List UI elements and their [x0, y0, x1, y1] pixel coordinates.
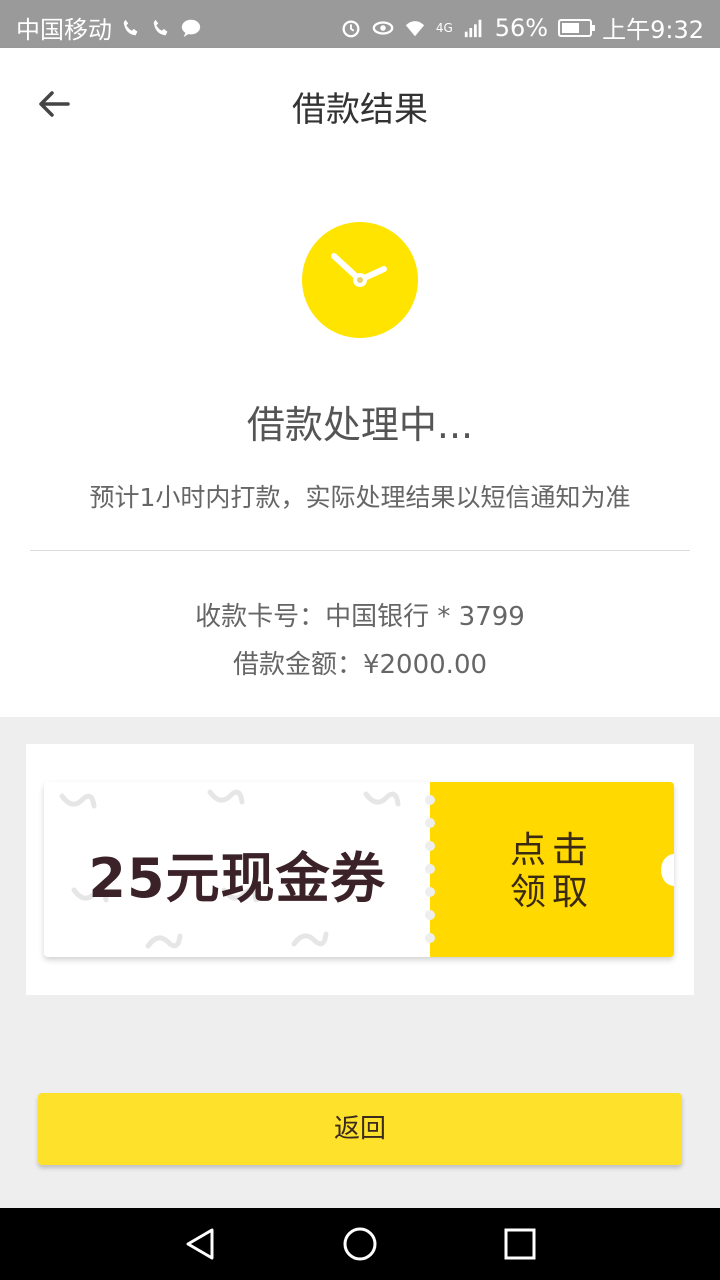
eye-icon — [372, 20, 394, 35]
nav-home-icon[interactable] — [342, 1226, 378, 1262]
app-bar: 借款结果 — [0, 48, 720, 160]
decor-squiggle — [291, 931, 329, 947]
status-description: 预计1小时内打款，实际处理结果以短信通知为准 — [89, 483, 631, 512]
claim-label-line2: 领取 — [509, 872, 594, 913]
claim-coupon-button[interactable]: 点击 领取 — [430, 830, 674, 914]
wifi-call-icon — [153, 19, 168, 35]
battery-icon — [558, 18, 596, 37]
nav-recents-icon[interactable] — [502, 1226, 538, 1262]
carrier-label: 中国移动 — [16, 16, 112, 44]
clock-time: 上午9:32 — [602, 16, 704, 44]
nav-back-icon[interactable] — [182, 1226, 218, 1262]
battery-percent: 56% — [494, 13, 549, 42]
decor-squiggle — [207, 789, 245, 805]
cash-coupon[interactable]: 25元现金券 点击 领取 — [44, 782, 674, 957]
claim-label-line1: 点击 — [509, 830, 594, 871]
coupon-amount: 25元现金券 — [88, 847, 386, 910]
message-icon — [181, 19, 201, 37]
coupon-panel: 25元现金券 点击 领取 — [26, 744, 694, 995]
decor-squiggle — [363, 791, 401, 807]
wifi-call-icon — [123, 19, 138, 35]
card-number-line: 收款卡号：中国银行 * 3799 — [195, 602, 525, 632]
decor-squiggle — [145, 933, 183, 949]
return-button[interactable]: 返回 — [38, 1093, 682, 1165]
status-title: 借款处理中... — [246, 403, 474, 447]
loan-amount-line: 借款金额：¥2000.00 — [232, 650, 488, 680]
signal-icon — [464, 19, 482, 37]
decor-squiggle — [59, 793, 97, 809]
system-nav-bar — [0, 1208, 720, 1280]
wifi-icon — [405, 20, 424, 36]
alarm-icon — [342, 19, 360, 37]
clock-icon — [302, 222, 418, 338]
page-title: 借款结果 — [292, 90, 428, 130]
coupon-left: 25元现金券 — [44, 782, 430, 957]
status-bar: 中国移动 4G 56% 上午9:32 — [0, 0, 720, 48]
network-type: 4G — [435, 20, 453, 35]
divider — [30, 550, 690, 551]
result-section: 借款处理中... 预计1小时内打款，实际处理结果以短信通知为准 收款卡号：中国银… — [0, 160, 720, 717]
